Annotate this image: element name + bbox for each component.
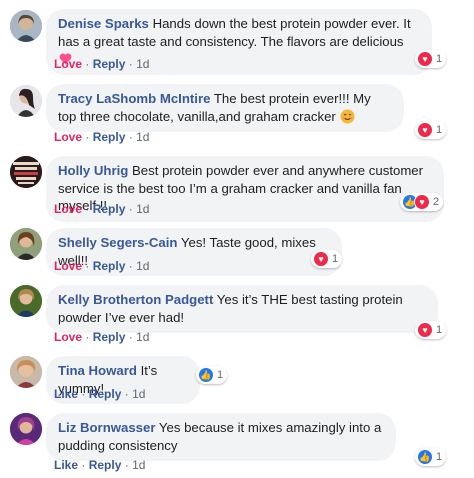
- commenter-name[interactable]: Liz Bornwasser: [58, 420, 155, 435]
- avatar[interactable]: [10, 85, 42, 117]
- timestamp[interactable]: 1d: [136, 202, 149, 216]
- reaction-count: 1: [436, 53, 443, 65]
- like-reaction-link[interactable]: Like: [54, 458, 78, 472]
- reaction-count: 1: [436, 324, 443, 336]
- heart-icon: ♥: [313, 251, 329, 267]
- reaction-count-badge[interactable]: 👍 1: [196, 366, 228, 384]
- reaction-count-badge[interactable]: ♥ 1: [415, 50, 447, 68]
- thumb-icon: 👍: [417, 449, 433, 465]
- comment-actions: Love · Reply · 1d: [54, 259, 150, 273]
- timestamp[interactable]: 1d: [136, 259, 149, 273]
- reply-link[interactable]: Reply: [93, 202, 126, 216]
- love-reaction-link[interactable]: Love: [54, 130, 82, 144]
- heart-icon: ♥: [417, 51, 433, 67]
- comment-actions: Like · Reply · 1d: [54, 458, 146, 472]
- smile-emoji-icon: [339, 108, 355, 124]
- reaction-count: 1: [332, 253, 339, 265]
- timestamp[interactable]: 1d: [136, 130, 149, 144]
- reaction-count-badge[interactable]: ♥ 1: [415, 321, 447, 339]
- like-reaction-link[interactable]: Like: [54, 387, 78, 401]
- commenter-name[interactable]: Tracy LaShomb McIntire: [58, 91, 210, 106]
- comment-actions: Love · Reply · 1d: [54, 202, 150, 216]
- commenter-name[interactable]: Holly Uhrig: [58, 163, 128, 178]
- reply-link[interactable]: Reply: [89, 387, 122, 401]
- reply-link[interactable]: Reply: [93, 330, 126, 344]
- comment-bubble: Liz Bornwasser Yes because it mixes amaz…: [46, 413, 396, 461]
- comment-bubble: Tracy LaShomb McIntire The best protein …: [46, 84, 404, 132]
- timestamp[interactable]: 1d: [136, 57, 149, 71]
- love-reaction-link[interactable]: Love: [54, 57, 82, 71]
- avatar[interactable]: [10, 413, 42, 445]
- avatar[interactable]: [10, 228, 42, 260]
- avatar[interactable]: [10, 156, 42, 188]
- commenter-name[interactable]: Shelly Segers-Cain: [58, 235, 177, 250]
- comment-actions: Love · Reply · 1d: [54, 330, 150, 344]
- comment-actions: Love · Reply · 1d: [54, 130, 150, 144]
- reaction-count: 1: [436, 124, 443, 136]
- comment-bubble: Kelly Brotherton Padgett Yes it’s THE be…: [46, 285, 438, 333]
- avatar[interactable]: [10, 10, 42, 42]
- heart-icon: ♥: [417, 122, 433, 138]
- love-reaction-link[interactable]: Love: [54, 202, 82, 216]
- reaction-count: 1: [436, 451, 443, 463]
- commenter-name[interactable]: Tina Howard: [58, 363, 137, 378]
- reaction-count-badge[interactable]: 👍 ♥ 2: [400, 193, 444, 211]
- commenter-name[interactable]: Denise Sparks: [58, 16, 149, 31]
- timestamp[interactable]: 1d: [136, 330, 149, 344]
- heart-icon: ♥: [414, 194, 430, 210]
- reply-link[interactable]: Reply: [93, 259, 126, 273]
- love-reaction-link[interactable]: Love: [54, 259, 82, 273]
- reaction-count-badge[interactable]: ♥ 1: [311, 250, 343, 268]
- reaction-count-badge[interactable]: 👍 1: [415, 448, 447, 466]
- reaction-count-badge[interactable]: ♥ 1: [415, 121, 447, 139]
- avatar[interactable]: [10, 285, 42, 317]
- timestamp[interactable]: 1d: [132, 458, 145, 472]
- reply-link[interactable]: Reply: [89, 458, 122, 472]
- reply-link[interactable]: Reply: [93, 130, 126, 144]
- commenter-name[interactable]: Kelly Brotherton Padgett: [58, 292, 213, 307]
- comment-actions: Love · Reply · 1d: [54, 57, 150, 71]
- reply-link[interactable]: Reply: [93, 57, 126, 71]
- timestamp[interactable]: 1d: [132, 387, 145, 401]
- thumb-icon: 👍: [198, 367, 214, 383]
- love-reaction-link[interactable]: Love: [54, 330, 82, 344]
- avatar[interactable]: [10, 356, 42, 388]
- reaction-count: 1: [217, 369, 224, 381]
- comment-actions: Like · Reply · 1d: [54, 387, 146, 401]
- heart-icon: ♥: [417, 322, 433, 338]
- reaction-count: 2: [433, 196, 440, 208]
